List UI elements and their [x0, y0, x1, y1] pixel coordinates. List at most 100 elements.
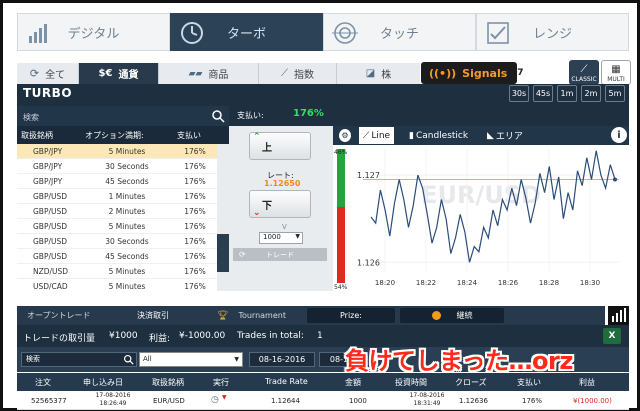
bar-chart-icon — [29, 24, 47, 43]
chart-icon: ⟋ — [580, 64, 588, 75]
asset-tab-indices[interactable]: ⟋ 指数 — [259, 63, 337, 84]
info-icon[interactable]: i — [611, 127, 627, 143]
asset-search-input[interactable]: 検索 — [17, 106, 229, 126]
mode-tab-touch[interactable]: タッチ — [323, 13, 476, 51]
scrollbar-thumb[interactable] — [217, 234, 229, 272]
asset-list-scrollbar[interactable] — [217, 144, 229, 291]
asset-payout: 176% — [184, 281, 206, 291]
signals-count-badge: 7 — [517, 65, 524, 81]
asset-expiry: 2 Minutes — [108, 206, 146, 216]
chart-tab-candlestick[interactable]: ▮ Candlestick — [405, 127, 472, 144]
timeframe-5m[interactable]: 5m — [605, 85, 625, 102]
asset-tab-label: 商品 — [208, 70, 229, 81]
trade-search-input[interactable]: 検索 — [21, 352, 137, 367]
multi-label: MULTI — [607, 76, 625, 83]
asset-filter-select[interactable]: All ▼ — [139, 352, 243, 367]
prize-box: Prize: — [307, 308, 395, 323]
chart-tab-area[interactable]: ◣ エリア — [483, 127, 527, 144]
asset-asset: GBP/USD — [33, 236, 68, 246]
timeframe-2m[interactable]: 2m — [581, 85, 601, 102]
line-chart-icon: ⟋ — [363, 130, 370, 141]
mode-tab-turbo[interactable]: ターボ — [170, 13, 323, 51]
date-from-input[interactable]: 08-16-2016 — [249, 352, 315, 367]
list-item[interactable]: GBP/USD 2 Minutes 176% — [17, 204, 217, 219]
list-item[interactable]: GBP/JPY 5 Minutes 176% — [17, 144, 217, 159]
total-value: 1 — [317, 331, 323, 341]
mode-tab-label: レンジ — [532, 26, 572, 42]
multi-view-button[interactable]: ▦ MULTI — [601, 60, 631, 85]
column-header-asset[interactable]: 取扱銘柄 — [17, 130, 81, 141]
chart-settings-button[interactable]: ⚙ — [335, 127, 355, 144]
mode-tab-digital[interactable]: デジタル — [17, 13, 170, 51]
order-profit: ¥(1000.00) — [573, 397, 612, 405]
asset-payout: 176% — [184, 206, 206, 216]
search-icon[interactable] — [123, 354, 134, 365]
column-header: Trade Rate — [265, 377, 308, 386]
mode-tab-range[interactable]: レンジ — [476, 13, 629, 51]
price-chart[interactable]: 46%54%EUR/USD1.1271.12618:20 18:22 18:24 18… — [333, 145, 629, 291]
column-header: 利益 — [579, 378, 595, 387]
wireless-icon: ((•)) — [429, 66, 457, 80]
excel-export-icon[interactable]: X — [603, 328, 621, 344]
order-time: 17-08-2016 18:31:49 — [409, 392, 445, 407]
classic-view-button[interactable]: ⟋ CLASSIC — [569, 60, 599, 85]
asset-tab-currency[interactable]: $€ 通貨 — [79, 63, 159, 84]
current-price-dot — [613, 177, 617, 182]
order-amount: 1000 — [349, 397, 367, 405]
list-item[interactable]: GBP/JPY 30 Seconds 176% — [17, 159, 217, 174]
continue-button[interactable]: 継続 — [400, 308, 504, 323]
signal-strength-icon — [608, 306, 629, 325]
trade-button[interactable]: ⟳ トレード — [233, 248, 327, 261]
order-date: 17-08-2016 18:26:49 — [95, 392, 131, 407]
list-item[interactable]: GBP/USD 5 Minutes 176% — [17, 219, 217, 234]
low-label: 下 — [262, 200, 272, 212]
list-item[interactable]: GBP/USD 30 Seconds 176% — [17, 234, 217, 249]
timeframe-1m[interactable]: 1m — [557, 85, 577, 102]
asset-expiry: 45 Seconds — [105, 251, 149, 261]
list-item[interactable]: GBP/JPY 45 Seconds 176% — [17, 174, 217, 189]
asset-payout: 176% — [184, 161, 206, 171]
tab-open-trades[interactable]: オープントレード — [27, 306, 91, 325]
asset-tab-label: 通貨 — [118, 70, 139, 81]
list-item[interactable]: USD/CAD 5 Minutes 176% — [17, 279, 217, 291]
tab-closed-trades[interactable]: 決済取引 — [137, 306, 169, 325]
chart-tab-line[interactable]: ⟋ Line — [359, 127, 395, 144]
y-tick-label: 1.126 — [357, 258, 380, 267]
asset-tab-all[interactable]: ⟳ 全て — [17, 63, 79, 84]
column-header-payout[interactable]: 支払い — [173, 130, 229, 141]
asset-tab-stocks[interactable]: ◪ 株 — [337, 63, 420, 84]
tab-tournament[interactable]: 🏆︎ Tournament — [217, 306, 286, 325]
timeframe-45s[interactable]: 45s — [533, 85, 553, 102]
bottom-tabs: オープントレード 決済取引 🏆︎ Tournament Prize: 継続 — [17, 306, 605, 325]
search-icon[interactable] — [211, 109, 225, 123]
area-chart-icon: ◣ — [487, 130, 494, 141]
mode-tab-label: ターボ — [226, 26, 266, 42]
column-header: クローズ — [455, 378, 487, 387]
profit-label: 利益: — [149, 334, 171, 344]
select-value: All — [143, 355, 152, 363]
amount-select[interactable]: 1000 ▼ — [259, 232, 303, 244]
asset-payout: 176% — [184, 176, 206, 186]
x-tick-label: 18:28 — [539, 279, 559, 287]
timeframe-30s[interactable]: 30s — [509, 85, 529, 102]
list-item[interactable]: GBP/USD 45 Seconds 176% — [17, 249, 217, 264]
asset-asset: GBP/USD — [33, 221, 68, 231]
asset-asset: GBP/JPY — [33, 161, 63, 171]
list-item[interactable]: NZD/USD 5 Minutes 176% — [17, 264, 217, 279]
column-header-expiry[interactable]: オプション満期: — [81, 130, 173, 141]
low-button[interactable]: 下 ⌄ — [249, 190, 311, 218]
refresh-icon: ⟳ — [239, 250, 246, 259]
sentiment-down-bar — [337, 207, 345, 283]
asset-payout: 176% — [184, 266, 206, 276]
asset-tab-commodities[interactable]: ▰▰ 商品 — [159, 63, 259, 84]
signals-button[interactable]: ((•)) Signals 7 — [421, 62, 524, 84]
asset-tabs: ⟳ 全て $€ 通貨 ▰▰ 商品 ⟋ 指数 ◪ 株 — [17, 63, 420, 84]
high-button[interactable]: ⌃ 上 — [249, 132, 311, 160]
x-tick-label: 18:26 — [498, 279, 519, 287]
asset-payout: 176% — [184, 146, 206, 156]
order-id: 52565377 — [31, 397, 67, 405]
table-row[interactable]: 52565377 17-08-2016 18:26:49 EUR/USD ◷ ▼… — [17, 391, 629, 410]
grid-icon: ▦ — [611, 64, 621, 75]
list-item[interactable]: GBP/USD 1 Minutes 176% — [17, 189, 217, 204]
range-icon — [487, 22, 509, 44]
